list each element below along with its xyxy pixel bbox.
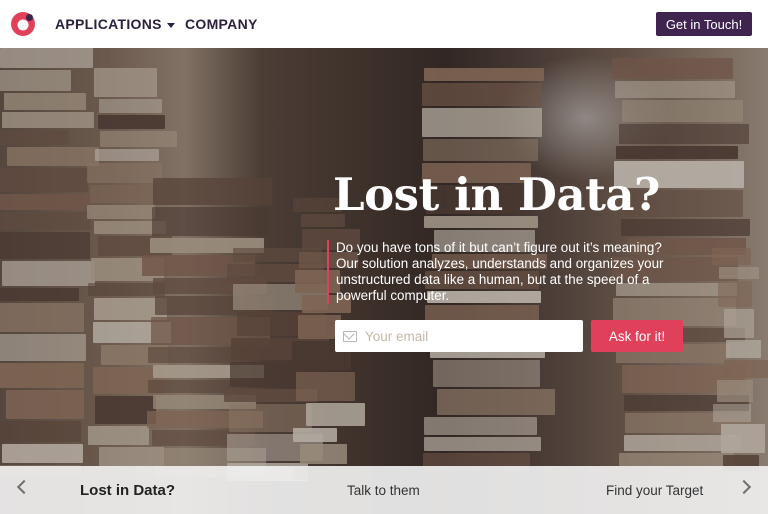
carousel-item-lost-in-data[interactable]: Lost in Data? xyxy=(80,482,175,499)
nav-applications[interactable]: APPLICATIONS xyxy=(55,16,175,32)
hero-title: Lost in Data? xyxy=(333,168,660,221)
hero-description: Do you have tons of it but can’t figure … xyxy=(327,240,672,304)
top-navbar: APPLICATIONS COMPANY Get in Touch! xyxy=(0,0,768,48)
carousel-item-talk-to-them[interactable]: Talk to them xyxy=(347,483,420,498)
chevron-down-icon xyxy=(166,22,175,28)
email-input[interactable] xyxy=(365,328,565,344)
hero-section: Lost in Data? Do you have tons of it but… xyxy=(0,48,768,514)
get-in-touch-button[interactable]: Get in Touch! xyxy=(656,12,752,36)
mail-icon xyxy=(343,330,357,342)
chevron-right-icon[interactable] xyxy=(736,479,752,495)
carousel-item-find-your-target[interactable]: Find your Target xyxy=(606,483,703,498)
logo-icon[interactable] xyxy=(11,12,35,36)
ask-for-it-button[interactable]: Ask for it! xyxy=(591,320,683,352)
email-field[interactable] xyxy=(335,320,583,352)
nav-company[interactable]: COMPANY xyxy=(185,16,258,32)
carousel-bar: Lost in Data? Talk to them Find your Tar… xyxy=(0,466,768,514)
chevron-left-icon[interactable] xyxy=(16,479,32,495)
nav-applications-label: APPLICATIONS xyxy=(55,16,162,32)
